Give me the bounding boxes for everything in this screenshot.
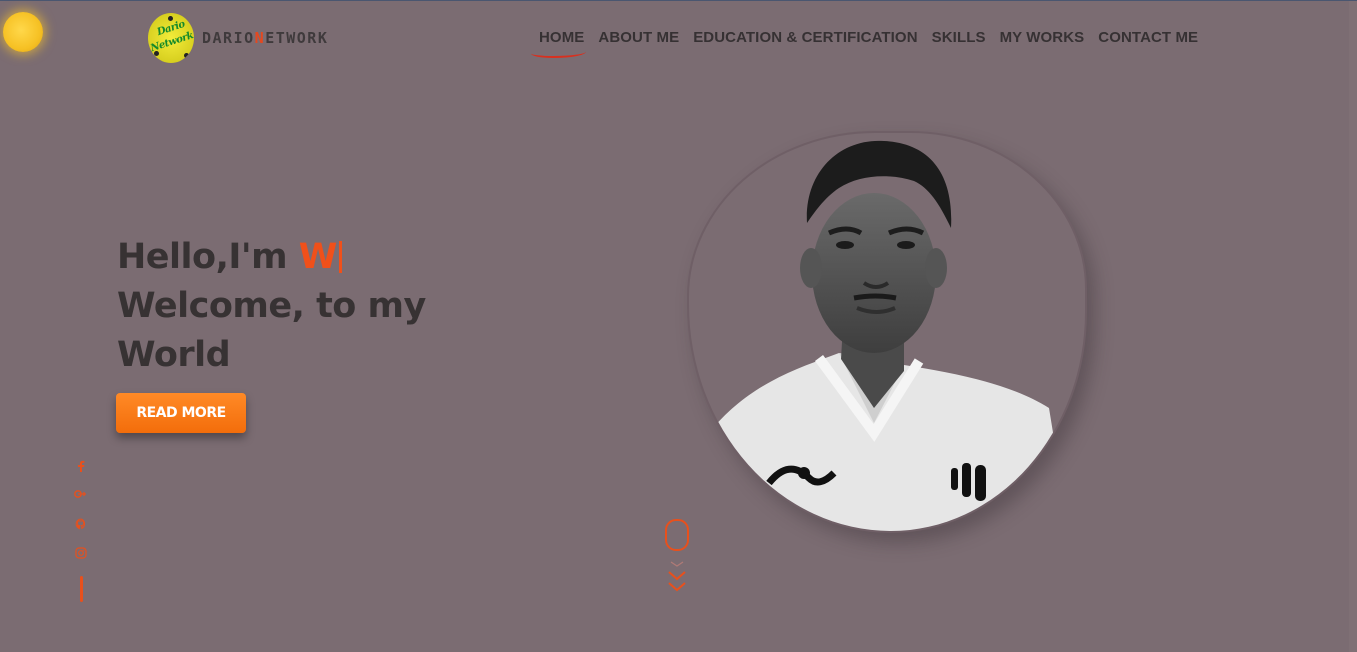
instagram-icon[interactable] <box>73 547 89 565</box>
hero-greeting: Hello,I'm <box>117 237 299 277</box>
social-divider-bar <box>79 576 83 602</box>
scroll-down-indicator[interactable] <box>662 519 692 593</box>
read-more-button[interactable]: READ MORE <box>116 393 246 433</box>
main-nav: HOME ABOUT ME EDUCATION & CERTIFICATION … <box>530 29 1212 58</box>
theme-toggle-sun-icon[interactable] <box>3 12 43 52</box>
typing-cursor <box>338 241 342 273</box>
nav-about-me[interactable]: ABOUT ME <box>598 29 679 46</box>
nav-contact-me[interactable]: CONTACT ME <box>1098 29 1198 46</box>
nav-skills[interactable]: SKILLS <box>932 29 986 46</box>
social-links <box>73 457 89 602</box>
brand-logo[interactable]: Dario Network DARIONETWORK <box>148 13 328 63</box>
facebook-icon[interactable] <box>73 460 89 478</box>
logo-badge: Dario Network <box>148 13 194 63</box>
nav-education-certification[interactable]: EDUCATION & CERTIFICATION <box>693 29 917 46</box>
profile-photo-image <box>709 140 1069 531</box>
profile-photo <box>687 131 1087 533</box>
hero-line-welcome: Welcome, to my <box>117 286 426 326</box>
page-scrollbar[interactable] <box>1349 1 1357 652</box>
nav-my-works[interactable]: MY WORKS <box>1000 29 1085 46</box>
mouse-icon <box>665 519 689 551</box>
github-icon[interactable] <box>73 518 89 536</box>
nav-home[interactable]: HOME <box>530 29 587 58</box>
google-plus-icon[interactable] <box>73 489 89 507</box>
hero-text: Hello,I'm W Welcome, to my World <box>117 233 426 380</box>
hero-heading: Hello,I'm W Welcome, to my World <box>117 233 426 380</box>
brand-name: DARIONETWORK <box>202 29 329 47</box>
hero-typed-name: W <box>298 237 338 277</box>
hero-line-world: World <box>117 335 231 375</box>
chevron-down-icon <box>668 561 686 592</box>
